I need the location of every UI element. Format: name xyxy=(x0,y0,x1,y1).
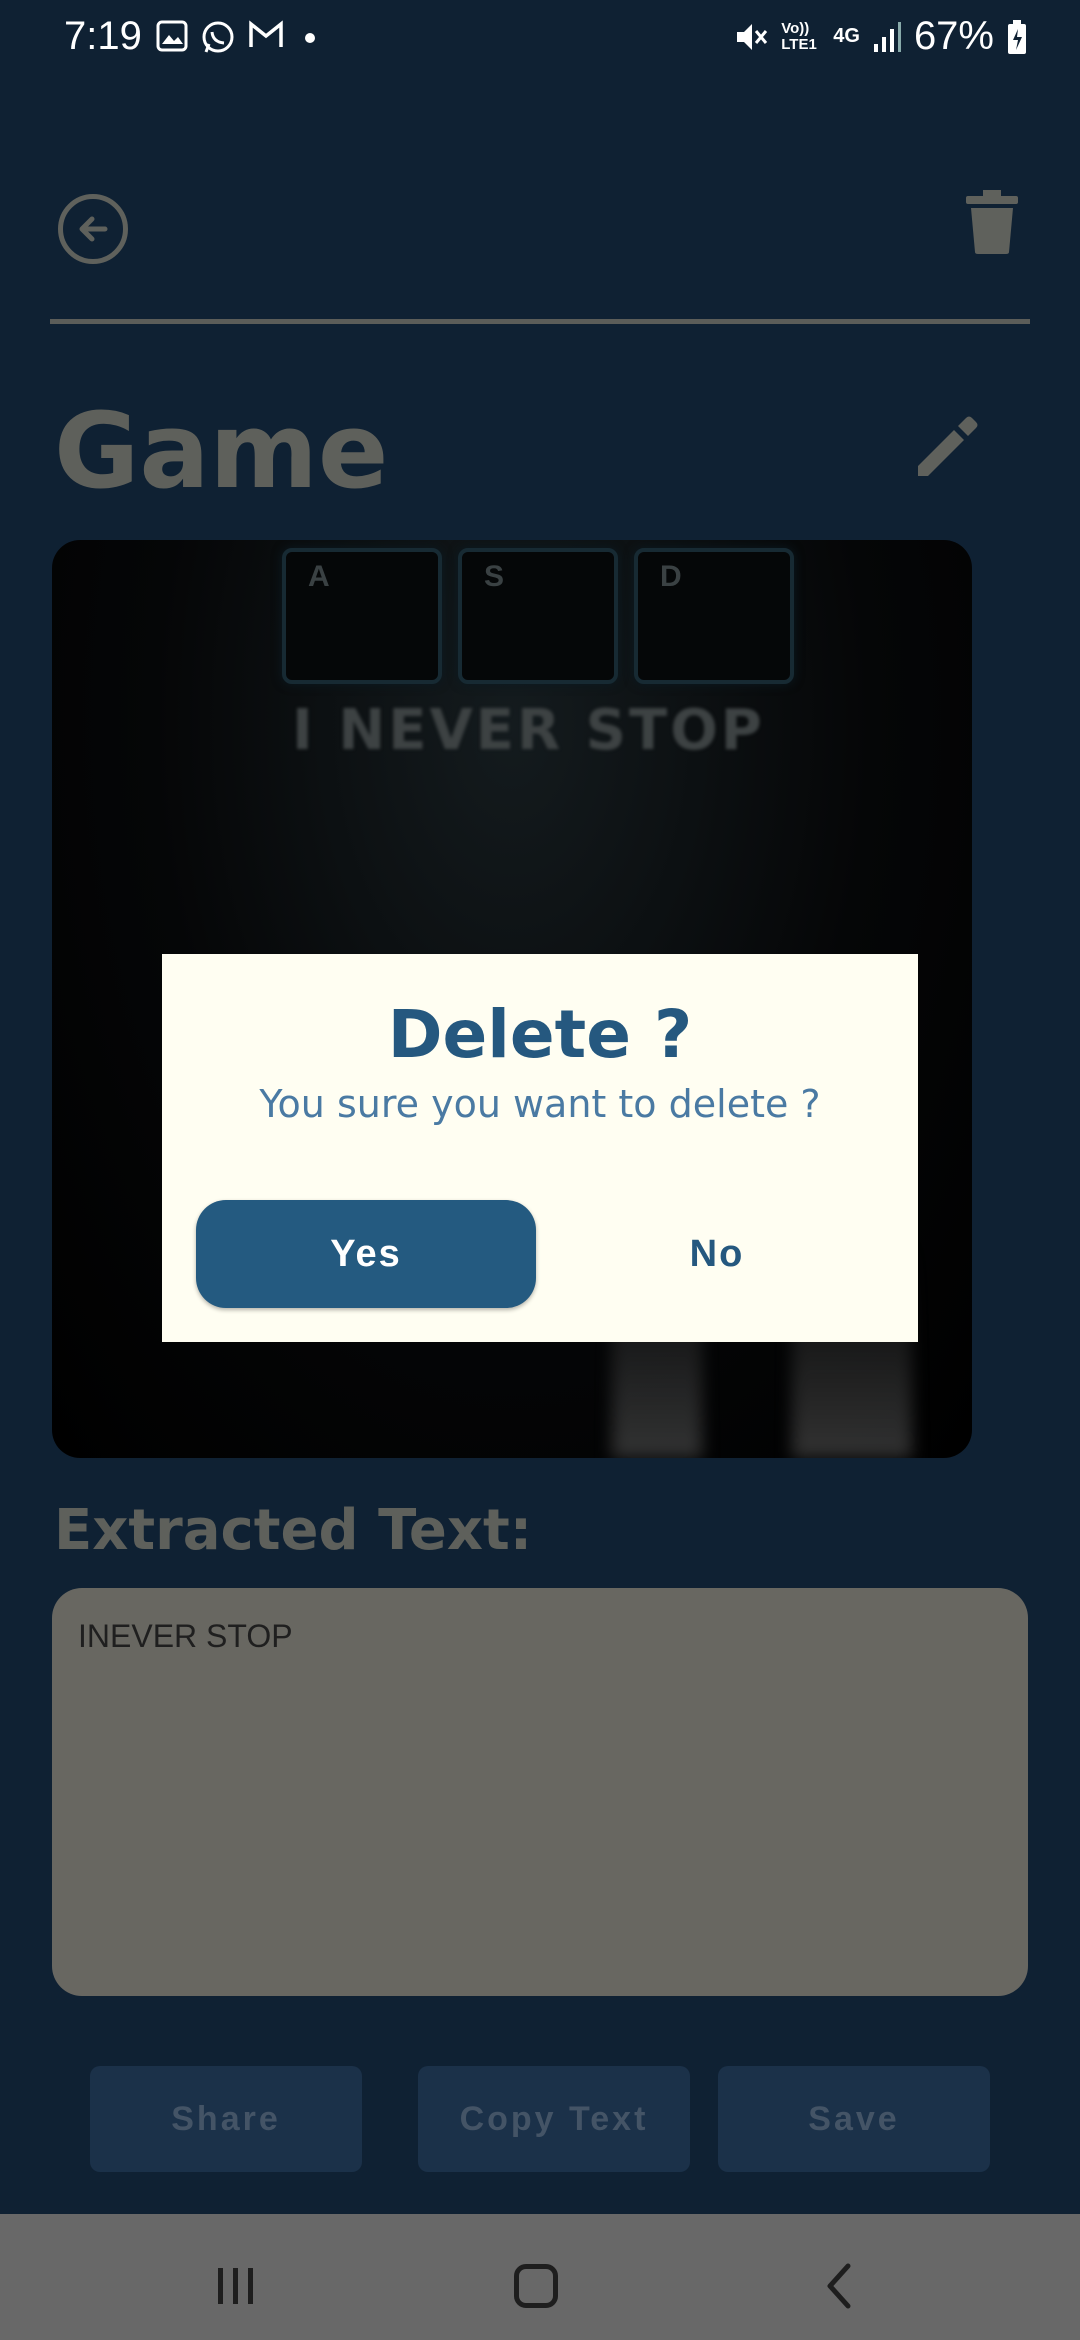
network-label: 4G xyxy=(833,25,860,47)
extracted-text-label: Extracted Text: xyxy=(54,1498,533,1563)
image-key: D xyxy=(634,548,794,684)
back-button[interactable] xyxy=(58,194,128,264)
dialog-message: You sure you want to delete ? xyxy=(259,1082,821,1126)
copy-text-button[interactable]: Copy Text xyxy=(418,2066,690,2172)
extracted-text-box[interactable]: INEVER STOP xyxy=(52,1588,1028,1996)
whatsapp-icon xyxy=(202,21,234,53)
edit-button[interactable] xyxy=(912,410,984,482)
image-key: S xyxy=(458,548,618,684)
pencil-icon xyxy=(918,416,978,476)
volte-label: Vo)) LTE1 xyxy=(781,19,817,53)
share-button[interactable]: Share xyxy=(90,2066,362,2172)
no-button[interactable]: No xyxy=(552,1200,882,1308)
back-icon[interactable] xyxy=(820,2260,856,2312)
mute-icon xyxy=(737,23,768,50)
battery-icon xyxy=(1008,19,1026,54)
header-divider xyxy=(50,319,1030,324)
dialog-title: Delete ? xyxy=(387,996,693,1073)
screen: 7:19 Vo)) LTE1 4G 67% Game A S D I NEVER… xyxy=(0,0,1080,2340)
back-arrow-circle-icon xyxy=(79,216,108,242)
extracted-text-value: INEVER STOP xyxy=(78,1618,293,1654)
gmail-icon xyxy=(249,20,283,47)
delete-button[interactable] xyxy=(966,190,1018,254)
status-time: 7:19 xyxy=(64,14,142,58)
status-bar: 7:19 Vo)) LTE1 4G 67% xyxy=(0,0,1080,80)
note-title: Game xyxy=(54,390,389,512)
yes-button[interactable]: Yes xyxy=(196,1200,536,1308)
image-keys: A S D xyxy=(282,548,794,684)
home-icon[interactable] xyxy=(514,2264,558,2308)
image-key: A xyxy=(282,548,442,684)
signal-icon xyxy=(873,21,901,52)
status-right: Vo)) LTE1 4G 67% xyxy=(733,14,1028,59)
recents-icon[interactable] xyxy=(214,2264,258,2308)
navigation-bar xyxy=(0,2214,1080,2340)
delete-dialog: Delete ? You sure you want to delete ? Y… xyxy=(162,954,918,1342)
dot-icon xyxy=(305,33,315,43)
trash-icon xyxy=(966,190,1018,254)
image-text: I NEVER STOP xyxy=(292,698,765,763)
gallery-icon xyxy=(156,20,188,52)
save-button[interactable]: Save xyxy=(718,2066,990,2172)
battery-percent: 67% xyxy=(913,14,994,58)
